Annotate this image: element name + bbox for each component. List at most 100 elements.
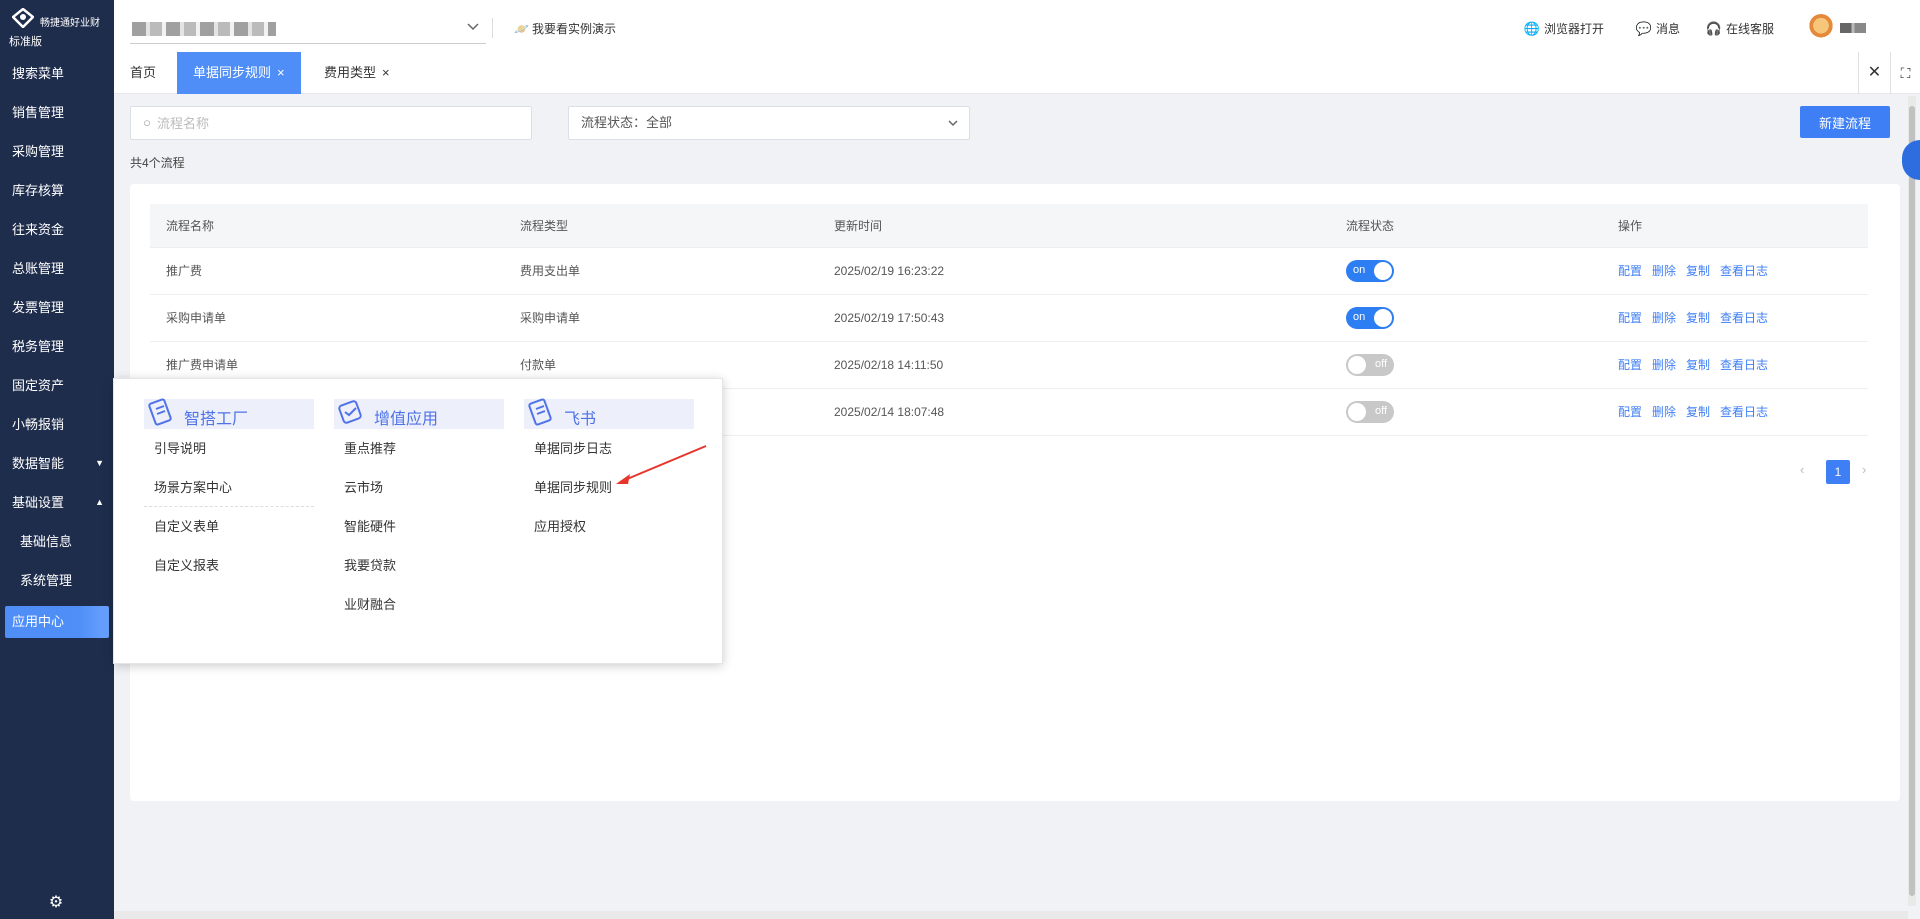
view-log-link[interactable]: 查看日志	[1720, 264, 1768, 278]
delete-link[interactable]: 删除	[1652, 264, 1676, 278]
popup-link[interactable]: 智能硬件	[334, 507, 504, 546]
configure-link[interactable]: 配置	[1618, 358, 1642, 372]
cell-status: on	[1330, 247, 1602, 295]
browser-open-button[interactable]: 🌐 浏览器打开	[1524, 20, 1604, 37]
popup-link[interactable]: 自定义报表	[144, 546, 314, 585]
document-icon	[528, 398, 552, 426]
app-center-popup: 智搭工厂 引导说明 场景方案中心 自定义表单 自定义报表 增值应用 重点推荐 云…	[113, 378, 723, 664]
copy-link[interactable]: 复制	[1686, 358, 1710, 372]
browser-open-label: 浏览器打开	[1543, 22, 1604, 36]
sidebar-item-basic-settings[interactable]: 基础设置 ▲	[0, 483, 114, 522]
column-header: 流程类型	[504, 204, 818, 248]
sidebar: 畅捷通好业财 标准版 搜索菜单 销售管理 采购管理 库存核算 往来资金 总账管理…	[0, 0, 114, 919]
copy-link[interactable]: 复制	[1686, 264, 1710, 278]
support-label: 在线客服	[1725, 22, 1774, 36]
popup-link[interactable]: 应用授权	[524, 507, 694, 546]
caret-up-icon: ▲	[95, 497, 104, 507]
tab-home[interactable]: 首页	[114, 52, 172, 94]
messages-button[interactable]: 💬 消息	[1636, 20, 1680, 37]
toggle-label: off	[1374, 404, 1387, 417]
red-arrow-annotation	[616, 445, 707, 484]
sidebar-item-tax[interactable]: 税务管理	[0, 327, 114, 366]
configure-link[interactable]: 配置	[1618, 264, 1642, 278]
status-toggle[interactable]: off	[1346, 353, 1394, 376]
new-process-button[interactable]: 新建流程	[1800, 106, 1890, 138]
gear-icon[interactable]: ⚙	[48, 895, 64, 911]
toggle-label: on	[1353, 263, 1366, 276]
sidebar-item-label: 小畅报销	[12, 417, 65, 432]
column-header: 流程名称	[150, 204, 504, 248]
prev-page-icon[interactable]: ‹	[1800, 462, 1804, 477]
tab-doc-sync-rules[interactable]: 单据同步规则 ×	[177, 52, 301, 94]
sidebar-item-funds[interactable]: 往来资金	[0, 210, 114, 249]
sidebar-nav: 搜索菜单 销售管理 采购管理 库存核算 往来资金 总账管理 发票管理 税务管理 …	[0, 54, 114, 638]
demo-link[interactable]: 🪐 我要看实例演示	[514, 20, 616, 37]
sidebar-item-system[interactable]: 系统管理	[0, 561, 114, 600]
configure-link[interactable]: 配置	[1618, 311, 1642, 325]
cell-actions: 配置 删除 复制 查看日志	[1602, 341, 1868, 389]
status-toggle[interactable]: off	[1346, 400, 1394, 423]
sidebar-item-fixed-assets[interactable]: 固定资产	[0, 366, 114, 405]
sidebar-item-inventory[interactable]: 库存核算	[0, 171, 114, 210]
company-select[interactable]	[130, 14, 486, 44]
popup-column-title: 飞书	[564, 411, 597, 428]
search-input[interactable]	[157, 113, 517, 133]
horizontal-scrollbar[interactable]	[114, 911, 1908, 919]
search-box[interactable]: ○	[130, 106, 532, 140]
support-button[interactable]: 🎧 在线客服	[1706, 20, 1774, 37]
popup-link[interactable]: 引导说明	[144, 429, 314, 468]
floating-assistant-icon[interactable]	[1902, 140, 1920, 180]
popup-link[interactable]: 重点推荐	[334, 429, 504, 468]
toggle-label: off	[1374, 357, 1387, 370]
pagination: ‹ 1 ›	[1800, 460, 1870, 484]
view-log-link[interactable]: 查看日志	[1720, 358, 1768, 372]
close-all-tabs-icon[interactable]: ✕	[1858, 52, 1890, 94]
popup-link[interactable]: 场景方案中心	[144, 468, 314, 507]
view-log-link[interactable]: 查看日志	[1720, 405, 1768, 419]
page-number[interactable]: 1	[1826, 460, 1850, 484]
sidebar-item-search-menu[interactable]: 搜索菜单	[0, 54, 114, 93]
avatar[interactable]	[1808, 14, 1834, 40]
search-icon: ○	[143, 115, 151, 130]
sidebar-item-sales[interactable]: 销售管理	[0, 93, 114, 132]
sidebar-item-label: 税务管理	[12, 339, 65, 354]
copy-link[interactable]: 复制	[1686, 405, 1710, 419]
cell-type: 采购申请单	[504, 294, 818, 342]
popup-link[interactable]: 自定义表单	[144, 507, 314, 546]
sidebar-item-app-center[interactable]: 应用中心	[5, 606, 109, 638]
tab-label: 单据同步规则	[193, 65, 272, 80]
sidebar-item-invoice[interactable]: 发票管理	[0, 288, 114, 327]
sidebar-item-label: 总账管理	[12, 261, 65, 276]
tab-expense-types[interactable]: 费用类型 ×	[308, 52, 406, 94]
fullscreen-icon[interactable]: ⛶	[1890, 52, 1920, 94]
sidebar-item-basic-info[interactable]: 基础信息	[0, 522, 114, 561]
delete-link[interactable]: 删除	[1652, 358, 1676, 372]
messages-label: 消息	[1655, 22, 1680, 36]
status-filter-select[interactable]: 流程状态：全部	[568, 106, 970, 140]
popup-link[interactable]: 我要贷款	[334, 546, 504, 585]
status-toggle[interactable]: on	[1346, 259, 1394, 282]
next-page-icon[interactable]: ›	[1862, 462, 1866, 477]
delete-link[interactable]: 删除	[1652, 405, 1676, 419]
close-icon[interactable]: ×	[277, 65, 285, 80]
sidebar-item-ledger[interactable]: 总账管理	[0, 249, 114, 288]
sidebar-item-expense[interactable]: 小畅报销	[0, 405, 114, 444]
status-toggle[interactable]: on	[1346, 306, 1394, 329]
status-filter-value: 流程状态：全部	[581, 115, 673, 130]
vertical-scrollbar[interactable]	[1908, 96, 1916, 906]
delete-link[interactable]: 删除	[1652, 311, 1676, 325]
view-log-link[interactable]: 查看日志	[1720, 311, 1768, 325]
sidebar-item-data-intelligence[interactable]: 数据智能 ▼	[0, 444, 114, 483]
caret-down-icon: ▼	[95, 458, 104, 468]
configure-link[interactable]: 配置	[1618, 405, 1642, 419]
user-name-redacted[interactable]	[1840, 23, 1866, 33]
handshake-icon	[338, 400, 362, 424]
popup-link[interactable]: 业财融合	[334, 585, 504, 624]
popup-link[interactable]: 云市场	[334, 468, 504, 507]
cell-name: 推广费	[150, 247, 504, 295]
close-icon[interactable]: ×	[382, 65, 390, 80]
copy-link[interactable]: 复制	[1686, 311, 1710, 325]
tab-bar: 首页 单据同步规则 × 费用类型 × ✕ ⛶	[114, 52, 1920, 94]
sidebar-item-purchase[interactable]: 采购管理	[0, 132, 114, 171]
scrollbar-thumb[interactable]	[1909, 106, 1915, 896]
